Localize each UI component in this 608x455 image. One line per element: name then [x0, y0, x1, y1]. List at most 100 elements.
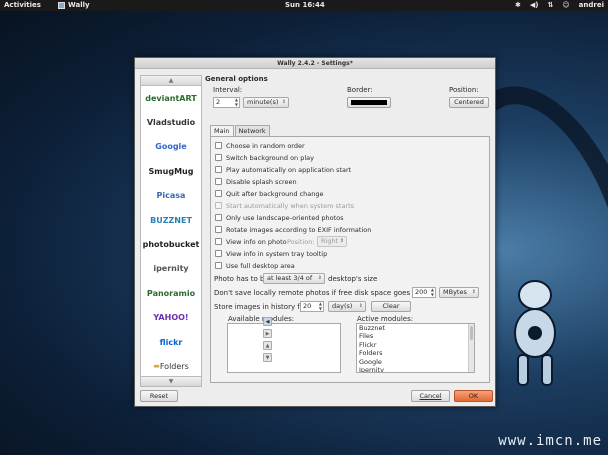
- disable-splash-checkbox[interactable]: Disable splash screen: [215, 177, 297, 186]
- disk-space-spinner[interactable]: 200 ▲ ▼: [412, 287, 436, 298]
- active-modules-list[interactable]: Buzznet Files Flickr Folders Google Ipernity: [356, 323, 475, 373]
- random-order-checkbox[interactable]: Choose in random order: [215, 141, 305, 150]
- position-button[interactable]: Centered: [449, 97, 489, 108]
- history-spinner[interactable]: 20 ▲ ▼: [300, 301, 324, 312]
- landscape-only-checkbox[interactable]: Only use landscape-oriented photos: [215, 213, 344, 222]
- active-modules-label: Active modules:: [357, 315, 414, 323]
- move-down-icon[interactable]: ▼: [263, 353, 272, 362]
- user-menu[interactable]: andrei: [579, 1, 604, 9]
- disk-space-unit-select[interactable]: MBytes ⇕: [439, 287, 479, 298]
- active-modules-scrollbar[interactable]: [468, 324, 474, 372]
- full-desktop-checkbox[interactable]: Use full desktop area: [215, 261, 295, 270]
- interval-spinner[interactable]: 2 ▲ ▼: [213, 97, 240, 108]
- info-position-select: Right ⇕: [317, 236, 347, 247]
- active-modules-items: Buzznet Files Flickr Folders Google Ipernity: [357, 324, 474, 372]
- history-label: Store images in history for: [214, 303, 307, 311]
- ok-button[interactable]: OK: [454, 390, 493, 402]
- view-info-on-photo-checkbox[interactable]: View info on photo: [215, 237, 287, 246]
- network-icon[interactable]: ⇅: [547, 1, 553, 9]
- clock[interactable]: Sun 16:44: [285, 1, 325, 9]
- list-item[interactable]: Buzznet: [357, 324, 474, 332]
- sidebar-item-label: BUZZNET: [150, 215, 192, 225]
- add-module-icon[interactable]: ◀: [263, 317, 272, 326]
- sidebar-item-panoramio[interactable]: Panoramio: [141, 281, 201, 305]
- available-modules-list[interactable]: [227, 323, 341, 373]
- sidebar-item-deviantart[interactable]: deviantART: [141, 86, 201, 110]
- checkbox-box[interactable]: [215, 250, 222, 257]
- bluetooth-icon[interactable]: ✱: [515, 1, 521, 9]
- sidebar-item-google[interactable]: Google: [141, 135, 201, 159]
- clear-history-button[interactable]: Clear: [371, 301, 411, 312]
- play-on-start-checkbox[interactable]: Play automatically on application start: [215, 165, 351, 174]
- system-tray: ✱ ◀) ⇅ ☺ andrei: [515, 1, 604, 9]
- sidebar-item-label: flickr: [159, 337, 183, 347]
- info-position-label: Position:: [287, 238, 315, 246]
- sidebar-item-photobucket[interactable]: photobucket: [141, 232, 201, 256]
- rotate-exif-checkbox[interactable]: Rotate images according to EXIF informat…: [215, 225, 371, 234]
- remove-module-icon[interactable]: ▶: [263, 329, 272, 338]
- sidebar-item-label: deviantART: [145, 93, 197, 103]
- checkbox-label: Disable splash screen: [226, 177, 297, 186]
- sidebar-item-label: Panoramio: [146, 288, 196, 298]
- tab-network[interactable]: Network: [234, 125, 270, 136]
- cancel-button[interactable]: Cancel: [411, 390, 450, 402]
- position-label: Position:: [449, 86, 479, 94]
- checkbox-box[interactable]: [215, 154, 222, 161]
- checkbox-box[interactable]: [215, 166, 222, 173]
- app-menu[interactable]: Wally: [58, 1, 90, 9]
- list-item[interactable]: Folders: [357, 349, 474, 357]
- history-unit-select[interactable]: day(s) ⇕: [328, 301, 366, 312]
- photo-size-select[interactable]: at least 3/4 of ⇕: [263, 273, 325, 284]
- checkbox-box[interactable]: [215, 238, 222, 245]
- checkbox-label: View info in system tray tooltip: [226, 249, 328, 258]
- checkbox-box[interactable]: [215, 214, 222, 221]
- checkbox-box: [215, 202, 222, 209]
- list-item[interactable]: Files: [357, 332, 474, 340]
- spinner-arrows-icon[interactable]: ▲ ▼: [431, 287, 434, 297]
- settings-panel: General options Interval: 2 ▲ ▼ minute(s)…: [205, 73, 491, 393]
- sidebar-item-smugmug[interactable]: SmugMug: [141, 159, 201, 183]
- dropdown-arrows-icon: ⇕: [471, 289, 476, 295]
- move-up-icon[interactable]: ▲: [263, 341, 272, 350]
- quit-after-change-checkbox[interactable]: Quit after background change: [215, 189, 324, 198]
- list-item[interactable]: Google: [357, 358, 474, 366]
- settings-window: Wally 2.4.2 - Settings* ▲ deviantART Vlad…: [134, 57, 496, 407]
- sidebar-item-yahoo[interactable]: YAHOO!: [141, 306, 201, 330]
- checkbox-box[interactable]: [215, 142, 222, 149]
- app-name: Wally: [68, 1, 90, 9]
- sidebar-scroll-up-button[interactable]: ▲: [141, 76, 201, 86]
- sidebar-item-vladstudio[interactable]: Vladstudio: [141, 110, 201, 134]
- sidebar-item-picasa[interactable]: Picasa: [141, 184, 201, 208]
- activities-button[interactable]: Activities: [4, 1, 41, 9]
- checkbox-box[interactable]: [215, 190, 222, 197]
- reset-button[interactable]: Reset: [140, 390, 178, 402]
- checkbox-label: Use full desktop area: [226, 261, 295, 270]
- sidebar-item-label: Google: [155, 142, 187, 152]
- sidebar-item-flickr[interactable]: flickr: [141, 330, 201, 354]
- history-value: 20: [303, 302, 312, 310]
- tab-main[interactable]: Main: [210, 125, 234, 136]
- tab-bar: Main Network: [210, 125, 271, 136]
- window-titlebar[interactable]: Wally 2.4.2 - Settings*: [135, 58, 495, 69]
- accessibility-icon[interactable]: ☺: [562, 1, 569, 9]
- checkbox-box[interactable]: [215, 262, 222, 269]
- switch-on-play-checkbox[interactable]: Switch background on play: [215, 153, 314, 162]
- checkbox-label: View info on photo: [226, 237, 287, 246]
- top-panel: Activities Wally Sun 16:44 ✱ ◀) ⇅ ☺ andr…: [0, 0, 608, 11]
- list-item[interactable]: Flickr: [357, 341, 474, 349]
- list-item[interactable]: Ipernity: [357, 366, 474, 372]
- sidebar-item-buzznet[interactable]: BUZZNET: [141, 208, 201, 232]
- checkbox-box[interactable]: [215, 178, 222, 185]
- interval-unit-select[interactable]: minute(s) ⇕: [243, 97, 289, 108]
- volume-icon[interactable]: ◀): [530, 1, 539, 9]
- spinner-arrows-icon[interactable]: ▲ ▼: [319, 301, 322, 311]
- checkbox-box[interactable]: [215, 226, 222, 233]
- view-tray-tooltip-checkbox[interactable]: View info in system tray tooltip: [215, 249, 327, 258]
- sidebar-scroll-down-button[interactable]: ▼: [141, 376, 201, 386]
- border-label: Border:: [347, 86, 373, 94]
- border-color-button[interactable]: [347, 97, 391, 108]
- scrollbar-thumb[interactable]: [470, 326, 473, 340]
- sidebar-item-ipernity[interactable]: ipernity: [141, 257, 201, 281]
- history-unit-value: day(s): [332, 302, 353, 310]
- spinner-arrows-icon[interactable]: ▲ ▼: [235, 97, 238, 107]
